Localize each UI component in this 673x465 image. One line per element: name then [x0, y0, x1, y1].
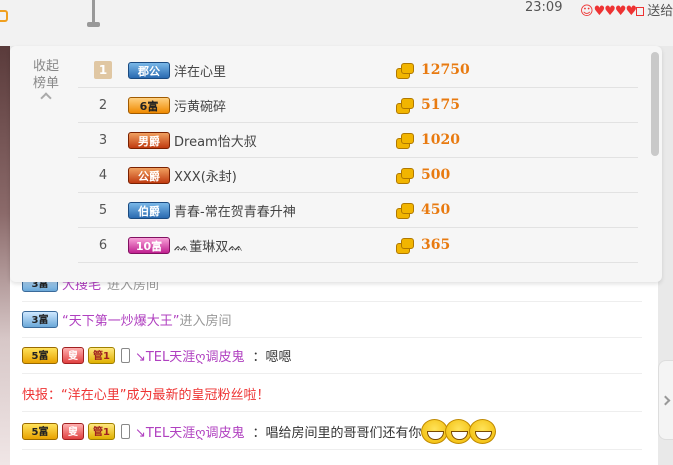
chat-message: 3富 “天下第一炒爆大王” 进入房间 [22, 302, 642, 338]
left-video-strip [0, 46, 10, 465]
ranking-score: 450 [396, 202, 451, 219]
laugh-emoji-icon [468, 419, 496, 444]
ranking-score: 365 [396, 237, 451, 254]
chat-username[interactable]: “天下第一炒爆大王” [62, 310, 179, 329]
top-bar: 23:09 ☺♥♥♥♥ 送给 [0, 0, 673, 46]
user-status: ☺♥♥♥♥ 送给 [580, 0, 673, 19]
ranking-username[interactable]: ᨐ董琳双ᨐ [174, 236, 396, 255]
gold-coin-icon [396, 62, 414, 79]
chat-system-text: 进入房间 [179, 314, 232, 329]
ranking-scrollbar[interactable] [651, 52, 659, 156]
chat-announcement: 快报： “洋在心里” 成为最新的皇冠粉丝啦！ [22, 376, 642, 412]
ranking-username[interactable]: XXX(永封) [174, 166, 396, 185]
announcement-text: 成为最新的皇冠粉丝啦！ [126, 388, 270, 403]
ranking-username[interactable]: 污黄碗碎 [174, 96, 396, 115]
rank-number: 1 [78, 61, 128, 79]
score-value: 5175 [421, 97, 460, 113]
ranking-row[interactable]: 1 郡公 洋在心里 12750 [78, 53, 638, 88]
ranking-username[interactable]: Dream怡大叔 [174, 131, 396, 150]
mobile-icon [120, 424, 130, 439]
ranking-username[interactable]: 洋在心里 [174, 61, 396, 80]
gold-coin-icon [396, 202, 414, 219]
chat-username[interactable]: ↘TEL天涯ღ调皮鬼 [135, 422, 245, 441]
rank-number: 3 [98, 132, 108, 148]
ranking-score: 1020 [396, 132, 460, 149]
admin-badge: 管1 [88, 347, 115, 364]
emoji-group [420, 419, 496, 444]
ranking-score: 5175 [396, 97, 460, 114]
ranking-row[interactable]: 2 6富 污黄碗碎 5175 [78, 88, 638, 123]
rank-number: 5 [98, 202, 108, 218]
ranking-username[interactable]: 青春-常在贺青春升神 [174, 201, 396, 220]
collapse-label-line1: 收起 [32, 59, 59, 74]
gold-coin-icon [396, 167, 414, 184]
ranking-score: 12750 [396, 62, 470, 79]
heart-empty-icon [636, 7, 645, 16]
noble-badge: 男爵 [128, 131, 170, 149]
announcement-user[interactable]: “洋在心里” [61, 384, 126, 403]
smile-icon: ☺ [580, 4, 594, 19]
noble-badge: 郡公 [128, 61, 170, 79]
ranking-row[interactable]: 3 男爵 Dream怡大叔 1020 [78, 123, 638, 158]
collapse-label-line2: 榜单 [32, 76, 59, 91]
announcement-prefix: 快报： [22, 388, 62, 403]
clock-time: 23:09 [525, 0, 563, 15]
chevron-up-icon [40, 92, 52, 104]
score-value: 365 [421, 237, 451, 253]
ranking-list: 1 郡公 洋在心里 12750 2 6富 污黄碗碎 5175 3 男爵 Drea… [78, 53, 638, 263]
ranking-row[interactable]: 4 公爵 XXX(永封) 500 [78, 158, 638, 193]
chat-message: 5富 叟 管1 ↘TEL天涯ღ调皮鬼 ：唱给房间里的哥哥们还有你 [22, 414, 642, 450]
rank-number: 6 [98, 237, 108, 253]
ranking-row[interactable]: 5 伯爵 青春-常在贺青春升神 450 [78, 193, 638, 228]
rank-first-badge: 1 [94, 61, 112, 79]
wealth-level-badge: 3富 [22, 311, 58, 328]
laugh-emoji-icon [420, 419, 448, 444]
chevron-right-icon [660, 395, 671, 406]
role-badge: 叟 [62, 347, 84, 364]
collapse-ranking-button[interactable]: 收起 榜单 [28, 58, 64, 104]
rank-number: 4 [98, 167, 108, 183]
ranking-row[interactable]: 6 10富 ᨐ董琳双ᨐ 365 [78, 228, 638, 263]
chat-message: 5富 叟 管1 ↘TEL天涯ღ调皮鬼 ：嗯嗯 [22, 338, 642, 374]
wealth-level-badge: 5富 [22, 347, 58, 364]
gold-coin-icon [396, 132, 414, 149]
pole-decoration [87, 0, 100, 27]
rank-number: 2 [98, 97, 108, 113]
fan-ranking-panel: 收起 榜单 1 郡公 洋在心里 12750 2 6富 污黄碗碎 5175 3 男… [10, 46, 662, 282]
wealth-badge: 10富 [128, 236, 170, 254]
chat-text: ：唱给房间里的哥哥们还有你 [252, 426, 422, 441]
chat-username[interactable]: ↘TEL天涯ღ调皮鬼 [135, 346, 245, 365]
gold-coin-icon [396, 97, 414, 114]
notification-icon[interactable] [0, 10, 8, 22]
chat-text: ：嗯嗯 [252, 350, 292, 365]
wealth-level-badge: 5富 [22, 423, 58, 440]
gold-coin-icon [396, 237, 414, 254]
score-value: 450 [421, 202, 451, 218]
hearts-rating: ♥♥♥♥ [593, 4, 638, 19]
noble-badge: 伯爵 [128, 201, 170, 219]
mobile-icon [120, 348, 130, 363]
send-gift-label[interactable]: 送给 [647, 4, 673, 19]
admin-badge: 管1 [88, 423, 115, 440]
score-value: 500 [421, 167, 451, 183]
noble-badge: 公爵 [128, 166, 170, 184]
score-value: 1020 [421, 132, 460, 148]
expand-side-tab[interactable] [658, 360, 673, 440]
score-value: 12750 [421, 62, 470, 78]
laugh-emoji-icon [444, 419, 472, 444]
ranking-score: 500 [396, 167, 451, 184]
role-badge: 叟 [62, 423, 84, 440]
wealth-badge: 6富 [128, 96, 170, 114]
